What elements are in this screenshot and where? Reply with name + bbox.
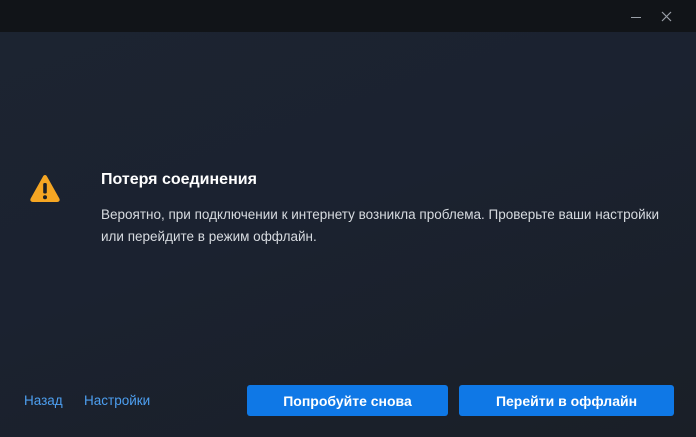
warning-icon <box>30 175 60 202</box>
back-link[interactable]: Назад <box>24 393 63 408</box>
app-window: Потеря соединения Вероятно, при подключе… <box>0 0 696 437</box>
go-offline-button[interactable]: Перейти в оффлайн <box>459 385 674 416</box>
dialog-message: Вероятно, при подключении к интернету во… <box>101 207 660 244</box>
minimize-button[interactable] <box>622 4 650 28</box>
title-bar <box>0 0 696 32</box>
close-icon <box>661 11 671 21</box>
retry-button[interactable]: Попробуйте снова <box>247 385 448 416</box>
close-button[interactable] <box>652 4 680 28</box>
minimize-icon <box>631 16 641 18</box>
settings-link[interactable]: Настройки <box>84 393 150 408</box>
dialog-title: Потеря соединения <box>101 171 257 188</box>
